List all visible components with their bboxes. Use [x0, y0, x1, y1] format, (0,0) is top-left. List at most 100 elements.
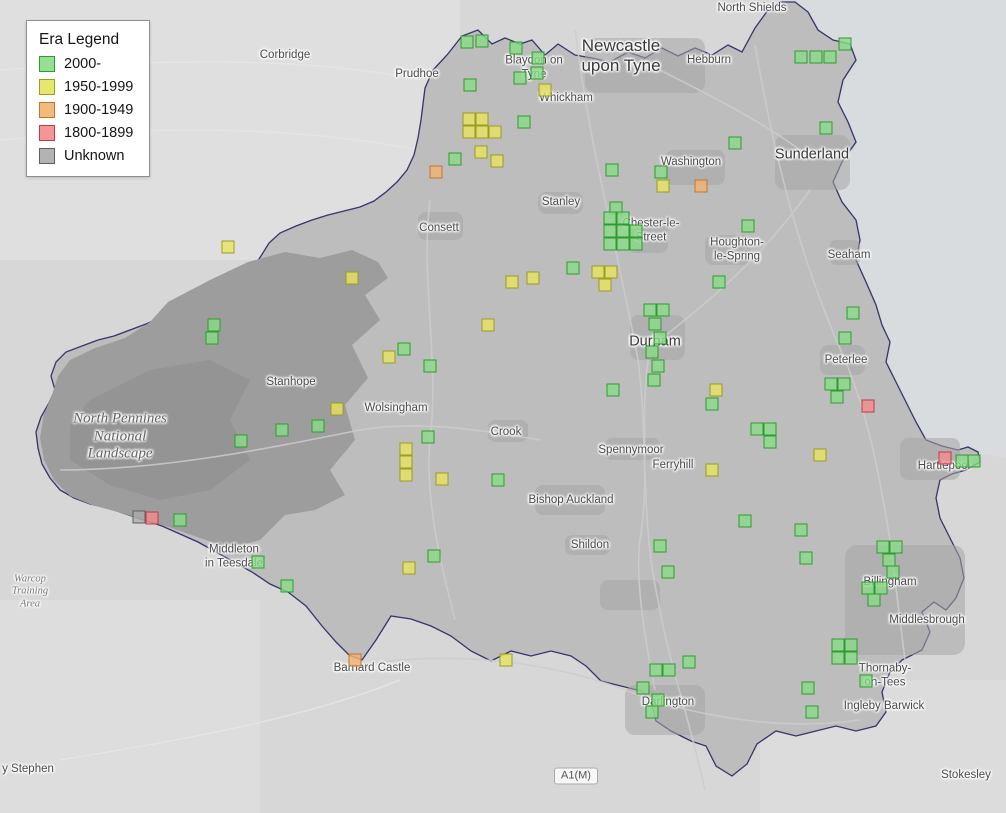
- era-marker-2000[interactable]: [801, 681, 815, 695]
- era-marker-2000[interactable]: [616, 224, 630, 238]
- era-marker-2000[interactable]: [830, 390, 844, 404]
- era-marker-1950[interactable]: [526, 271, 540, 285]
- era-marker-2000[interactable]: [421, 430, 435, 444]
- era-marker-2000[interactable]: [763, 422, 777, 436]
- era-marker-2000[interactable]: [799, 551, 813, 565]
- era-marker-1950[interactable]: [505, 275, 519, 289]
- era-marker-2000[interactable]: [517, 115, 531, 129]
- era-marker-2000[interactable]: [656, 303, 670, 317]
- era-marker-1950[interactable]: [656, 179, 670, 193]
- era-marker-1950[interactable]: [604, 265, 618, 279]
- era-marker-2000[interactable]: [427, 549, 441, 563]
- era-marker-2000[interactable]: [823, 50, 837, 64]
- era-marker-1950[interactable]: [490, 154, 504, 168]
- era-marker-1950[interactable]: [475, 125, 489, 139]
- era-marker-2000[interactable]: [647, 373, 661, 387]
- map[interactable]: North ShieldsNewcastle upon TyneHexhamCo…: [0, 0, 1006, 813]
- era-marker-1950[interactable]: [382, 350, 396, 364]
- era-marker-2000[interactable]: [423, 359, 437, 373]
- era-marker-1950[interactable]: [462, 125, 476, 139]
- era-marker-2000[interactable]: [643, 303, 657, 317]
- era-marker-2000[interactable]: [509, 41, 523, 55]
- era-marker-2000[interactable]: [530, 66, 544, 80]
- era-marker-unknown[interactable]: [132, 510, 146, 524]
- era-marker-1950[interactable]: [813, 448, 827, 462]
- era-marker-1950[interactable]: [499, 653, 513, 667]
- era-marker-1800[interactable]: [861, 399, 875, 413]
- era-marker-2000[interactable]: [661, 565, 675, 579]
- era-marker-2000[interactable]: [566, 261, 580, 275]
- era-marker-2000[interactable]: [654, 165, 668, 179]
- era-marker-2000[interactable]: [251, 555, 265, 569]
- era-marker-2000[interactable]: [280, 579, 294, 593]
- era-marker-2000[interactable]: [636, 681, 650, 695]
- era-marker-2000[interactable]: [645, 705, 659, 719]
- era-marker-2000[interactable]: [645, 345, 659, 359]
- era-marker-2000[interactable]: [616, 211, 630, 225]
- era-marker-2000[interactable]: [275, 423, 289, 437]
- era-marker-2000[interactable]: [629, 237, 643, 251]
- era-marker-2000[interactable]: [741, 219, 755, 233]
- era-marker-1950[interactable]: [591, 265, 605, 279]
- era-marker-2000[interactable]: [629, 224, 643, 238]
- era-marker-1900[interactable]: [348, 653, 362, 667]
- era-marker-1900[interactable]: [429, 165, 443, 179]
- era-marker-2000[interactable]: [653, 331, 667, 345]
- era-marker-2000[interactable]: [846, 306, 860, 320]
- era-marker-2000[interactable]: [838, 331, 852, 345]
- era-marker-1950[interactable]: [462, 112, 476, 126]
- era-marker-2000[interactable]: [531, 51, 545, 65]
- era-marker-2000[interactable]: [763, 435, 777, 449]
- era-marker-2000[interactable]: [234, 434, 248, 448]
- era-marker-1950[interactable]: [538, 83, 552, 97]
- era-marker-2000[interactable]: [738, 514, 752, 528]
- era-marker-2000[interactable]: [460, 35, 474, 49]
- era-marker-2000[interactable]: [207, 318, 221, 332]
- era-marker-2000[interactable]: [491, 473, 505, 487]
- era-marker-2000[interactable]: [448, 152, 462, 166]
- era-marker-1950[interactable]: [330, 402, 344, 416]
- era-marker-2000[interactable]: [603, 211, 617, 225]
- era-marker-1950[interactable]: [435, 472, 449, 486]
- era-marker-2000[interactable]: [750, 422, 764, 436]
- era-marker-2000[interactable]: [648, 317, 662, 331]
- era-marker-2000[interactable]: [867, 593, 881, 607]
- era-marker-2000[interactable]: [844, 651, 858, 665]
- era-marker-2000[interactable]: [886, 565, 900, 579]
- era-marker-2000[interactable]: [397, 342, 411, 356]
- era-marker-2000[interactable]: [463, 78, 477, 92]
- era-marker-1950[interactable]: [399, 455, 413, 469]
- era-marker-1950[interactable]: [475, 112, 489, 126]
- era-marker-2000[interactable]: [794, 50, 808, 64]
- era-marker-2000[interactable]: [838, 37, 852, 51]
- era-marker-2000[interactable]: [876, 540, 890, 554]
- era-marker-1950[interactable]: [345, 271, 359, 285]
- era-marker-2000[interactable]: [653, 539, 667, 553]
- era-marker-1950[interactable]: [402, 561, 416, 575]
- era-marker-1950[interactable]: [399, 468, 413, 482]
- era-marker-2000[interactable]: [682, 655, 696, 669]
- era-marker-2000[interactable]: [651, 359, 665, 373]
- era-marker-1950[interactable]: [709, 383, 723, 397]
- era-marker-2000[interactable]: [649, 663, 663, 677]
- era-marker-2000[interactable]: [173, 513, 187, 527]
- era-marker-2000[interactable]: [205, 331, 219, 345]
- era-marker-2000[interactable]: [831, 651, 845, 665]
- era-marker-2000[interactable]: [859, 674, 873, 688]
- era-marker-2000[interactable]: [513, 71, 527, 85]
- era-marker-2000[interactable]: [728, 136, 742, 150]
- era-marker-2000[interactable]: [603, 224, 617, 238]
- era-marker-1950[interactable]: [221, 240, 235, 254]
- era-marker-2000[interactable]: [794, 523, 808, 537]
- era-marker-2000[interactable]: [967, 454, 981, 468]
- era-marker-1950[interactable]: [399, 442, 413, 456]
- era-marker-2000[interactable]: [824, 377, 838, 391]
- era-marker-1950[interactable]: [488, 125, 502, 139]
- era-marker-2000[interactable]: [705, 397, 719, 411]
- era-marker-2000[interactable]: [662, 663, 676, 677]
- era-marker-2000[interactable]: [475, 34, 489, 48]
- era-marker-2000[interactable]: [805, 705, 819, 719]
- era-marker-2000[interactable]: [616, 237, 630, 251]
- era-marker-1950[interactable]: [705, 463, 719, 477]
- era-marker-2000[interactable]: [311, 419, 325, 433]
